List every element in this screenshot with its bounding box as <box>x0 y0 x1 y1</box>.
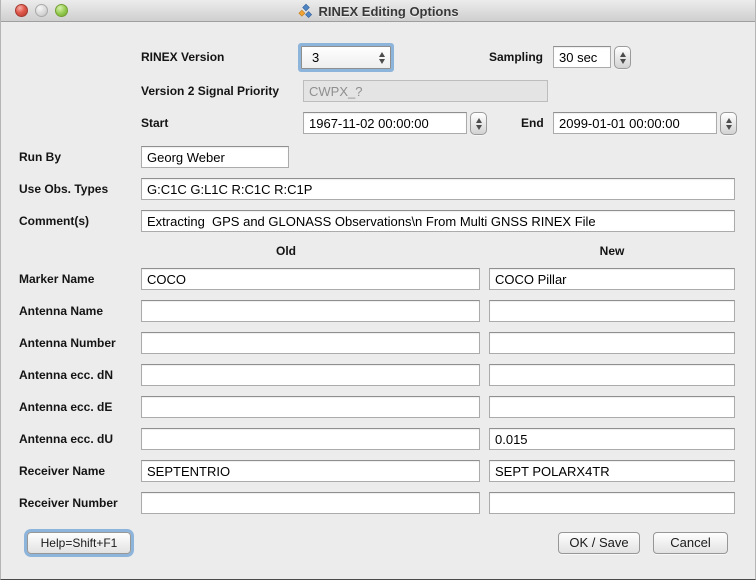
window-title: RINEX Editing Options <box>318 4 458 19</box>
v2-signal-priority-label: Version 2 Signal Priority <box>141 84 279 99</box>
down-arrow-icon[interactable] <box>620 59 626 64</box>
start-label: Start <box>141 116 168 131</box>
down-arrow-icon[interactable] <box>726 125 732 130</box>
receiver-number-label: Receiver Number <box>19 496 118 511</box>
down-arrow-icon[interactable] <box>476 125 482 130</box>
title-bar[interactable]: RINEX Editing Options <box>1 0 755 22</box>
antenna-name-new-input[interactable] <box>489 300 735 322</box>
up-arrow-icon[interactable] <box>476 118 482 123</box>
v2-signal-priority-input <box>303 80 548 102</box>
antenna-ecc-du-label: Antenna ecc. dU <box>19 432 113 447</box>
use-obs-types-label: Use Obs. Types <box>19 182 108 197</box>
receiver-name-old-input[interactable] <box>141 460 480 482</box>
antenna-number-label: Antenna Number <box>19 336 116 351</box>
rinex-editing-options-dialog: RINEX Editing Options RINEX Version 3 Sa… <box>0 0 756 580</box>
end-datetime-input[interactable] <box>553 112 717 134</box>
sampling-label: Sampling <box>489 50 543 65</box>
app-icon <box>297 3 313 19</box>
rinex-version-label: RINEX Version <box>141 50 224 65</box>
new-column-header: New <box>489 244 735 258</box>
marker-name-label: Marker Name <box>19 272 94 287</box>
end-label: End <box>521 116 544 131</box>
marker-name-old-input[interactable] <box>141 268 480 290</box>
comments-label: Comment(s) <box>19 214 89 229</box>
up-arrow-icon[interactable] <box>379 52 385 57</box>
marker-name-new-input[interactable] <box>489 268 735 290</box>
antenna-ecc-de-label: Antenna ecc. dE <box>19 400 112 415</box>
antenna-name-label: Antenna Name <box>19 304 103 319</box>
antenna-ecc-dn-old-input[interactable] <box>141 364 480 386</box>
sampling-stepper[interactable] <box>614 46 631 69</box>
receiver-number-new-input[interactable] <box>489 492 735 514</box>
up-arrow-icon[interactable] <box>726 118 732 123</box>
run-by-input[interactable] <box>141 146 289 168</box>
antenna-ecc-dn-label: Antenna ecc. dN <box>19 368 113 383</box>
start-stepper[interactable] <box>470 112 487 135</box>
up-arrow-icon[interactable] <box>620 52 626 57</box>
down-arrow-icon[interactable] <box>379 59 385 64</box>
rinex-version-spinbox[interactable]: 3 <box>301 46 391 69</box>
antenna-number-new-input[interactable] <box>489 332 735 354</box>
end-stepper[interactable] <box>720 112 737 135</box>
antenna-ecc-de-new-input[interactable] <box>489 396 735 418</box>
comments-input[interactable] <box>141 210 735 232</box>
start-datetime-input[interactable] <box>303 112 467 134</box>
cancel-button[interactable]: Cancel <box>653 532 728 554</box>
help-button[interactable]: Help=Shift+F1 <box>27 532 131 554</box>
antenna-name-old-input[interactable] <box>141 300 480 322</box>
rinex-version-value: 3 <box>312 50 319 65</box>
antenna-number-old-input[interactable] <box>141 332 480 354</box>
receiver-name-label: Receiver Name <box>19 464 105 479</box>
antenna-ecc-du-old-input[interactable] <box>141 428 480 450</box>
receiver-name-new-input[interactable] <box>489 460 735 482</box>
ok-save-button[interactable]: OK / Save <box>558 532 640 554</box>
antenna-ecc-de-old-input[interactable] <box>141 396 480 418</box>
antenna-ecc-dn-new-input[interactable] <box>489 364 735 386</box>
old-column-header: Old <box>141 244 431 258</box>
sampling-input[interactable] <box>553 46 611 68</box>
antenna-ecc-du-new-input[interactable] <box>489 428 735 450</box>
run-by-label: Run By <box>19 150 61 165</box>
use-obs-types-input[interactable] <box>141 178 735 200</box>
receiver-number-old-input[interactable] <box>141 492 480 514</box>
